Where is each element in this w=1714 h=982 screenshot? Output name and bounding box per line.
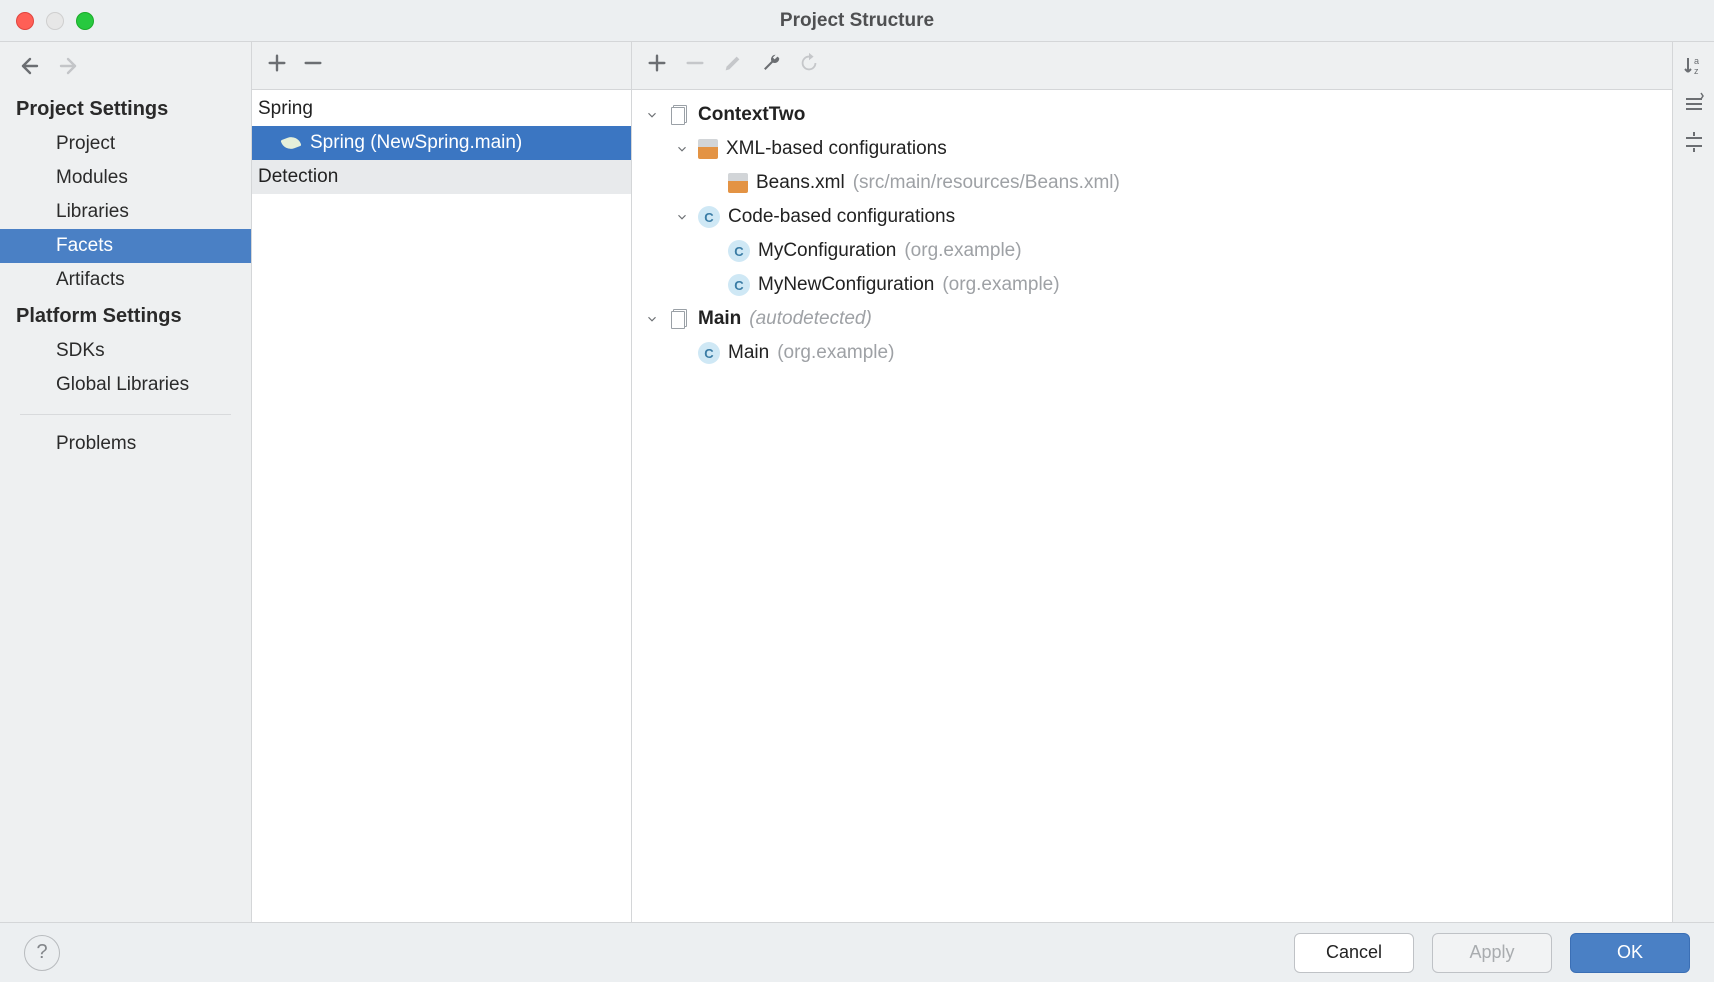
add-facet-button[interactable] <box>266 52 288 80</box>
cancel-button[interactable]: Cancel <box>1294 933 1414 973</box>
dialog-footer: ? Cancel Apply OK <box>0 922 1714 982</box>
left-sidebar: Project Settings Project Modules Librari… <box>0 42 252 922</box>
chevron-down-icon <box>644 108 660 122</box>
sidebar-item-sdks[interactable]: SDKs <box>0 334 251 368</box>
xml-config-icon <box>698 139 718 159</box>
tree-node-beans-xml[interactable]: Beans.xml (src/main/resources/Beans.xml) <box>638 166 1666 200</box>
section-platform-settings: Platform Settings <box>0 297 251 334</box>
tree-node-main-tag: (autodetected) <box>749 308 872 330</box>
apply-button: Apply <box>1432 933 1552 973</box>
add-context-button[interactable] <box>646 52 668 80</box>
nav-history <box>0 42 251 90</box>
sidebar-item-project[interactable]: Project <box>0 127 251 161</box>
expand-all-button[interactable] <box>1682 92 1706 116</box>
sidebar-item-facets[interactable]: Facets <box>0 229 251 263</box>
tree-node-myconfiguration-pkg: (org.example) <box>904 240 1021 262</box>
tree-node-mynewconfiguration-pkg: (org.example) <box>942 274 1059 296</box>
chevron-down-icon <box>674 210 690 224</box>
refresh-maven-button <box>798 52 820 80</box>
remove-facet-button[interactable] <box>302 52 324 80</box>
close-window-icon[interactable] <box>16 12 34 30</box>
right-wrap: ContextTwo XML-based configurations Bean… <box>632 42 1714 922</box>
tree-node-main-class[interactable]: C Main (org.example) <box>638 336 1666 370</box>
right-tool-strip: az <box>1672 42 1714 922</box>
remove-context-button <box>684 52 706 80</box>
tree-node-code-group-label: Code-based configurations <box>728 206 955 228</box>
facets-toolbar <box>252 42 631 90</box>
collapse-all-button[interactable] <box>1682 130 1706 154</box>
tree-node-main-label: Main <box>698 308 741 330</box>
maximize-window-icon[interactable] <box>76 12 94 30</box>
svg-text:a: a <box>1694 56 1699 66</box>
help-button[interactable]: ? <box>24 935 60 971</box>
spring-icon <box>280 134 301 151</box>
tree-node-beans-xml-label: Beans.xml <box>756 172 845 194</box>
sidebar-divider <box>20 414 231 415</box>
svg-text:z: z <box>1694 66 1699 76</box>
titlebar: Project Structure <box>0 0 1714 42</box>
class-auto-icon: C <box>698 342 720 364</box>
tree-node-code-group[interactable]: C Code-based configurations <box>638 200 1666 234</box>
detail-panel: ContextTwo XML-based configurations Bean… <box>632 42 1672 922</box>
tree-node-myconfiguration-label: MyConfiguration <box>758 240 896 262</box>
sidebar-item-problems[interactable]: Problems <box>0 427 251 461</box>
window-controls <box>0 12 94 30</box>
sidebar-item-modules[interactable]: Modules <box>0 161 251 195</box>
main-body: Project Settings Project Modules Librari… <box>0 42 1714 922</box>
class-icon: C <box>728 240 750 262</box>
code-config-icon: C <box>698 206 720 228</box>
facet-detection[interactable]: Detection <box>252 160 631 194</box>
minimize-window-icon[interactable] <box>46 12 64 30</box>
tree-node-contexttwo[interactable]: ContextTwo <box>638 98 1666 132</box>
dialog-buttons: Cancel Apply OK <box>1294 933 1690 973</box>
chevron-down-icon <box>674 142 690 156</box>
forward-button[interactable] <box>58 54 82 78</box>
ok-button[interactable]: OK <box>1570 933 1690 973</box>
section-project-settings: Project Settings <box>0 90 251 127</box>
facet-spring-main-label: Spring (NewSpring.main) <box>310 132 522 154</box>
detail-toolbar <box>632 42 1672 90</box>
tree-node-mynewconfiguration[interactable]: C MyNewConfiguration (org.example) <box>638 268 1666 302</box>
facet-group-spring[interactable]: Spring <box>252 90 631 126</box>
facet-spring-main[interactable]: Spring (NewSpring.main) <box>252 126 631 160</box>
fileset-icon <box>668 104 690 126</box>
wrench-button[interactable] <box>760 52 782 80</box>
tree-node-contexttwo-label: ContextTwo <box>698 104 805 126</box>
class-icon: C <box>728 274 750 296</box>
tree-node-xml-group[interactable]: XML-based configurations <box>638 132 1666 166</box>
sidebar-item-global-libraries[interactable]: Global Libraries <box>0 368 251 402</box>
sidebar-item-artifacts[interactable]: Artifacts <box>0 263 251 297</box>
tree-node-main-class-label: Main <box>728 342 769 364</box>
fileset-auto-icon <box>668 308 690 330</box>
sidebar-item-libraries[interactable]: Libraries <box>0 195 251 229</box>
window-title: Project Structure <box>0 10 1714 32</box>
tree-node-beans-xml-path: (src/main/resources/Beans.xml) <box>853 172 1120 194</box>
chevron-down-icon <box>644 312 660 326</box>
tree-node-main[interactable]: Main (autodetected) <box>638 302 1666 336</box>
tree-node-xml-group-label: XML-based configurations <box>726 138 947 160</box>
xml-file-icon <box>728 173 748 193</box>
context-tree: ContextTwo XML-based configurations Bean… <box>632 90 1672 378</box>
tree-node-main-class-pkg: (org.example) <box>777 342 894 364</box>
tree-node-myconfiguration[interactable]: C MyConfiguration (org.example) <box>638 234 1666 268</box>
tree-node-mynewconfiguration-label: MyNewConfiguration <box>758 274 934 296</box>
back-button[interactable] <box>16 54 40 78</box>
sort-alpha-button[interactable]: az <box>1682 54 1706 78</box>
facets-panel: Spring Spring (NewSpring.main) Detection <box>252 42 632 922</box>
edit-context-button <box>722 52 744 80</box>
